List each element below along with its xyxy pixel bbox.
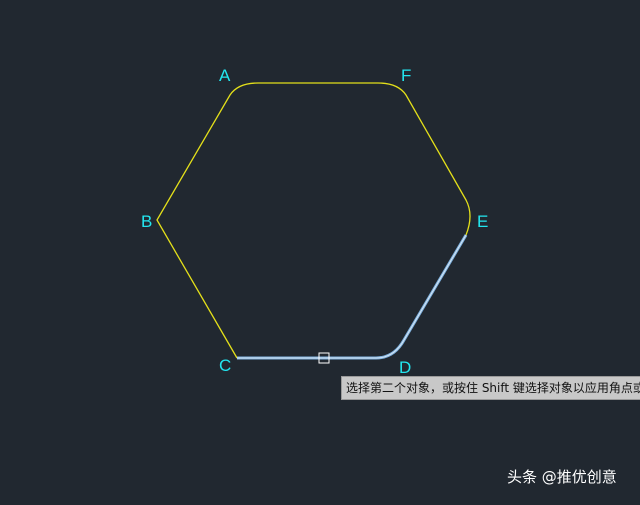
drawing-canvas[interactable]: A F B E C D 选择第二个对象，或按住 Shift 键选择对象以应用角点…	[0, 0, 640, 500]
selected-segment-highlight[interactable]	[237, 234, 468, 360]
command-prompt-tooltip: 选择第二个对象，或按住 Shift 键选择对象以应用角点或	[341, 376, 640, 400]
hexagon-polyline[interactable]	[156, 82, 471, 359]
selected-segment-core	[237, 234, 467, 359]
watermark-text: 头条 @推优创意	[507, 468, 617, 486]
drawing-svg	[156, 82, 471, 364]
vertex-label-a: A	[219, 66, 231, 85]
vertex-label-e: E	[477, 212, 489, 231]
vertex-label-f: F	[401, 66, 412, 85]
vertex-label-b: B	[141, 212, 153, 231]
vertex-label-d: D	[399, 358, 412, 377]
vertex-label-c: C	[219, 356, 232, 375]
